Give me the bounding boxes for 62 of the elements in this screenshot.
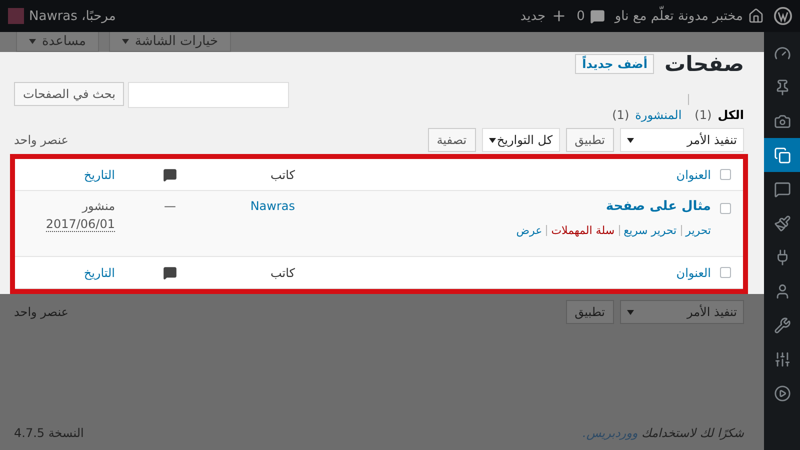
search-field[interactable] xyxy=(128,82,290,108)
home-icon[interactable] xyxy=(748,8,764,24)
paintbrush-icon xyxy=(774,214,790,232)
author-link[interactable]: Nawras xyxy=(225,191,295,213)
author-column-header: كاتب xyxy=(270,266,295,280)
date-text: 2017/06/01 xyxy=(46,217,115,232)
plus-icon[interactable] xyxy=(550,8,567,24)
greeting-link[interactable]: مرحبًا، Nawras xyxy=(29,8,116,24)
status-count: (1) xyxy=(612,108,630,122)
date-filter-dropdown[interactable]: كل التواريخ xyxy=(482,128,560,152)
title-column-header[interactable]: العنوان xyxy=(295,168,711,182)
comment-icon[interactable] xyxy=(590,8,605,24)
sidebar-item[interactable] xyxy=(764,138,800,172)
item-count: عنصر واحد xyxy=(14,133,68,147)
add-new-button[interactable]: أضف جديداً xyxy=(575,54,654,74)
status-count: (1) xyxy=(694,108,712,122)
avatar xyxy=(8,8,24,24)
screen-tab[interactable]: مساعدة xyxy=(16,32,99,52)
footer-thanks-text: شكرًا لك لاستخدامك ووردبريس. xyxy=(582,426,744,440)
search-button[interactable]: بحث في الصفحات xyxy=(14,82,124,106)
new-link[interactable]: جديد xyxy=(520,8,546,24)
version-text: النسخة 4.7.5 xyxy=(14,426,84,440)
sliders-icon xyxy=(774,350,790,368)
caret-icon xyxy=(122,39,129,44)
apply-button[interactable]: تطبيق xyxy=(566,128,614,152)
date-column-header[interactable]: التاريخ xyxy=(19,266,115,280)
comment-icon xyxy=(163,168,177,182)
comment-icon xyxy=(163,266,177,280)
filter-button[interactable]: تصفية xyxy=(428,128,476,152)
gauge-icon xyxy=(774,44,790,62)
page-title-link[interactable]: مثال على صفحة xyxy=(295,199,711,214)
title-column-header[interactable]: العنوان xyxy=(295,266,711,280)
comment-count-cell-text: — xyxy=(164,198,176,213)
bulk-action-dropdown[interactable]: تنفيذ الأمر xyxy=(620,128,744,152)
author-column-header: كاتب xyxy=(270,168,295,182)
row-action-link[interactable]: عرض xyxy=(516,224,542,237)
bulk-action-dropdown[interactable]: تنفيذ الأمر xyxy=(620,300,744,324)
apply-button[interactable]: تطبيق xyxy=(566,300,614,324)
wrench-icon xyxy=(774,316,790,334)
comment-count: 0 xyxy=(576,8,585,24)
status-filter-link[interactable]: المنشورة xyxy=(635,108,682,122)
screen-tab[interactable]: خيارات الشاشة xyxy=(108,32,232,52)
camera-icon xyxy=(774,112,790,130)
caret-icon xyxy=(627,310,634,314)
caret-icon xyxy=(29,39,36,44)
caret-icon xyxy=(627,138,634,142)
status-text: منشور xyxy=(82,199,115,213)
row-action-link[interactable]: سلة المهملات xyxy=(551,224,615,237)
item-count: عنصر واحد xyxy=(14,305,68,319)
date-column-header[interactable]: التاريخ xyxy=(19,168,115,182)
caret-icon xyxy=(488,138,496,142)
status-filter-link[interactable]: الكل xyxy=(718,108,744,122)
select-all-checkbox[interactable] xyxy=(720,267,730,278)
collapse-icon xyxy=(774,384,790,402)
page-title: صفحات xyxy=(664,52,744,76)
select-all-checkbox[interactable] xyxy=(720,169,730,180)
row-checkbox[interactable] xyxy=(720,203,730,214)
row-action-link[interactable]: تحرير xyxy=(686,224,711,237)
wordpress-logo-icon[interactable] xyxy=(774,7,792,25)
row-action-link[interactable]: تحرير سريع xyxy=(624,224,677,237)
pages-icon xyxy=(774,146,790,164)
comment-icon xyxy=(774,180,790,198)
